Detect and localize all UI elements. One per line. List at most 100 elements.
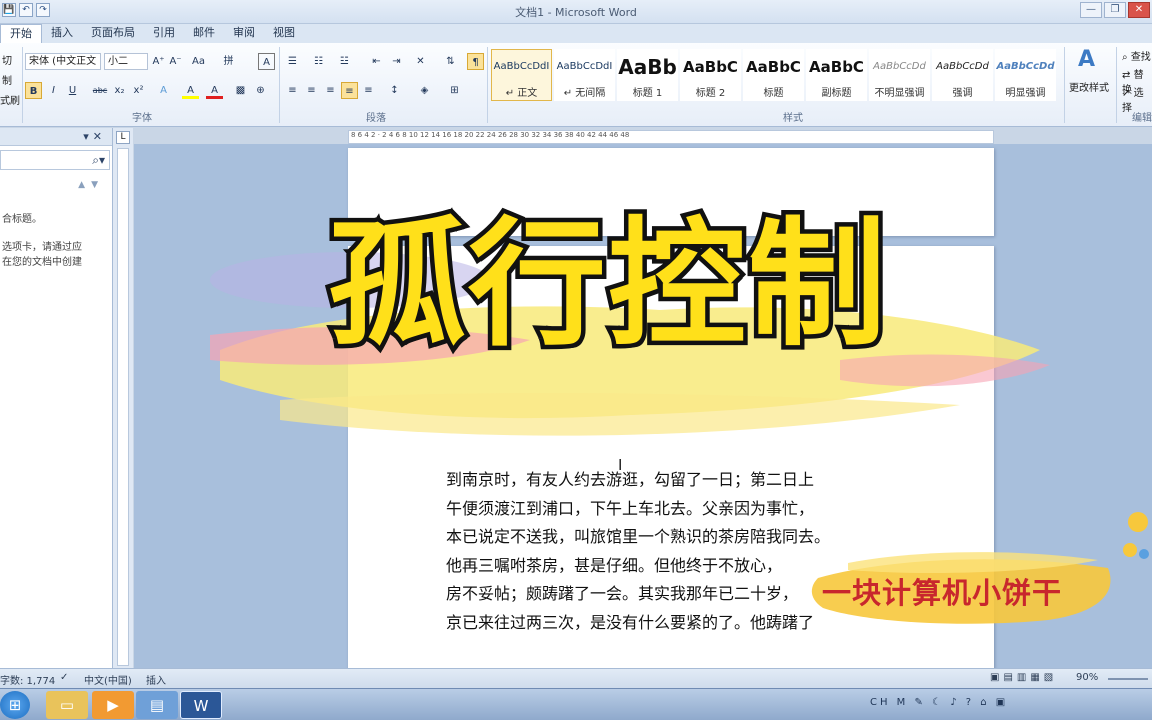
network-icon[interactable]: ▤ [136, 691, 178, 719]
style-heading-1[interactable]: AaBb 标题 1 [617, 49, 678, 101]
tab-review[interactable]: 审阅 [224, 24, 264, 43]
nav-help-text: 选项卡，请通过应 [2, 242, 82, 253]
bold-button[interactable]: B [25, 82, 42, 99]
window-title: 文档1 - Microsoft Word [515, 6, 637, 19]
group-separator [22, 47, 23, 123]
tab-page-layout[interactable]: 页面布局 [82, 24, 144, 43]
nav-arrows-icon[interactable]: ▲▼ [78, 180, 104, 190]
justify-icon[interactable]: ≡ [341, 82, 358, 99]
font-name-box[interactable]: 宋体 (中文正文 [25, 53, 101, 70]
navigation-pane: ▾✕ ⌕▾ ▲▼ 合标题。 选项卡，请通过应 在您的文档中创建 [0, 128, 113, 668]
chinese-layout-icon[interactable]: ✕ [412, 53, 429, 70]
highlight-icon[interactable]: A [182, 82, 199, 99]
search-icon[interactable]: ⌕▾ [92, 153, 105, 168]
replace-icon: ⇄ [1122, 70, 1131, 81]
increase-indent-icon[interactable]: ⇥ [388, 53, 405, 70]
horizontal-ruler[interactable]: 8 6 4 2 · 2 4 6 8 10 12 14 16 18 20 22 2… [348, 130, 994, 144]
change-styles-button[interactable]: 更改样式 [1069, 79, 1109, 94]
styles-gallery: AaBbCcDdI ↵ 正文 AaBbCcDdI ↵ 无间隔 AaBb 标题 1… [491, 49, 1057, 103]
format-painter-button[interactable]: 式刷 [0, 92, 20, 107]
style-sample: AaBb [618, 55, 677, 79]
nav-help-text: 在您的文档中创建 [2, 257, 82, 268]
media-player-icon[interactable]: ▶ [92, 691, 134, 719]
tab-home[interactable]: 开始 [0, 24, 42, 43]
bullets-icon[interactable]: ☰ [284, 53, 301, 70]
tab-view[interactable]: 视图 [264, 24, 304, 43]
clear-format-icon[interactable]: 拼 [220, 53, 237, 70]
style-normal[interactable]: AaBbCcDdI ↵ 正文 [491, 49, 552, 101]
style-sample: AaBbCcDd [996, 61, 1055, 72]
tab-references[interactable]: 引用 [144, 24, 184, 43]
word-taskbar-icon[interactable]: W [180, 691, 222, 719]
sort-icon[interactable]: ⇅ [442, 53, 459, 70]
pane-close-icon[interactable]: ▾✕ [83, 130, 106, 143]
subscript-button[interactable]: x₂ [111, 82, 128, 99]
style-title[interactable]: AaBbC 标题 [743, 49, 804, 101]
change-case-icon[interactable]: Aa [190, 53, 207, 70]
font-color-icon[interactable]: A [206, 82, 223, 99]
maximize-button[interactable]: ❐ [1104, 2, 1126, 18]
style-subtle-emphasis[interactable]: AaBbCcDd 不明显强调 [869, 49, 930, 101]
underline-button[interactable]: U [64, 82, 81, 99]
paragraph-group-label: 段落 [366, 113, 386, 124]
line-spacing-icon[interactable]: ↕ [386, 82, 403, 99]
tab-insert[interactable]: 插入 [42, 24, 82, 43]
copy-button[interactable]: 制 [2, 72, 12, 87]
style-intense-emphasis[interactable]: AaBbCcDd 明显强调 [995, 49, 1056, 101]
editing-group-label: 编辑 [1132, 113, 1152, 124]
enclose-char-icon[interactable]: ⊕ [252, 82, 269, 99]
change-styles-icon[interactable]: A [1078, 47, 1095, 72]
view-buttons-icon[interactable]: ▣▤▥▦▧ [990, 672, 1057, 683]
language-status[interactable]: 中文(中国) [84, 672, 132, 687]
shrink-font-icon[interactable]: A⁻ [167, 53, 184, 70]
style-name: 标题 1 [632, 88, 663, 99]
window-controls: — ❐ ✕ [1080, 2, 1150, 18]
tab-selector[interactable]: L [116, 131, 130, 144]
multilevel-list-icon[interactable]: ☳ [336, 53, 353, 70]
char-shading-icon[interactable]: ▩ [232, 82, 249, 99]
minimize-button[interactable]: — [1080, 2, 1102, 18]
vertical-ruler[interactable] [117, 148, 129, 666]
char-border-icon[interactable]: A [258, 53, 275, 70]
strikethrough-button[interactable]: abc [90, 82, 110, 99]
style-no-spacing[interactable]: AaBbCcDdI ↵ 无间隔 [554, 49, 615, 101]
align-center-icon[interactable]: ≡ [303, 82, 320, 99]
style-subtitle[interactable]: AaBbC 副标题 [806, 49, 867, 101]
style-sample: AaBbC [809, 58, 864, 76]
font-size-box[interactable]: 小二 [104, 53, 148, 70]
style-emphasis[interactable]: AaBbCcDd 强调 [932, 49, 993, 101]
explorer-icon[interactable]: ▭ [46, 691, 88, 719]
find-button[interactable]: ⌕ 查找 [1122, 48, 1151, 63]
borders-icon[interactable]: ⊞ [446, 82, 463, 99]
superscript-button[interactable]: x² [130, 82, 147, 99]
style-sample: AaBbC [683, 58, 738, 76]
grow-font-icon[interactable]: A⁺ [150, 53, 167, 70]
taskbar: ⊞ ▭ ▶ ▤ W CH M ✎ ☾ ♪ ? ⌂ ▣ [0, 688, 1152, 720]
distributed-icon[interactable]: ≡ [360, 82, 377, 99]
italic-button[interactable]: I [45, 82, 62, 99]
tab-mailings[interactable]: 邮件 [184, 24, 224, 43]
proofing-icon[interactable]: ✓ [60, 672, 68, 683]
zoom-slider[interactable] [1108, 678, 1148, 680]
shading-icon[interactable]: ◈ [416, 82, 433, 99]
start-button[interactable]: ⊞ [0, 691, 30, 719]
numbering-icon[interactable]: ☷ [310, 53, 327, 70]
align-left-icon[interactable]: ≡ [284, 82, 301, 99]
navigation-search-input[interactable]: ⌕▾ [0, 150, 110, 170]
style-name: 标题 2 [695, 88, 726, 99]
zoom-level[interactable]: 90% [1076, 672, 1098, 683]
show-marks-icon[interactable]: ¶ [467, 53, 484, 70]
text-effects-icon[interactable]: A [155, 82, 172, 99]
system-tray[interactable]: CH M ✎ ☾ ♪ ? ⌂ ▣ [870, 697, 1008, 708]
decrease-indent-icon[interactable]: ⇤ [368, 53, 385, 70]
insert-mode[interactable]: 插入 [146, 672, 166, 687]
document-line: 午便须渡江到浦口，下午上车北去。父亲因为事忙， [446, 498, 815, 518]
align-right-icon[interactable]: ≡ [322, 82, 339, 99]
word-count[interactable]: 字数: 1,774 [0, 672, 55, 687]
close-button[interactable]: ✕ [1128, 2, 1150, 18]
style-heading-2[interactable]: AaBbC 标题 2 [680, 49, 741, 101]
ribbon-tabs: 开始 插入 页面布局 引用 邮件 审阅 视图 [0, 24, 1152, 43]
text-cursor-icon: I [618, 456, 623, 474]
find-icon: ⌕ [1122, 52, 1128, 63]
cut-button[interactable]: 切 [2, 52, 12, 67]
